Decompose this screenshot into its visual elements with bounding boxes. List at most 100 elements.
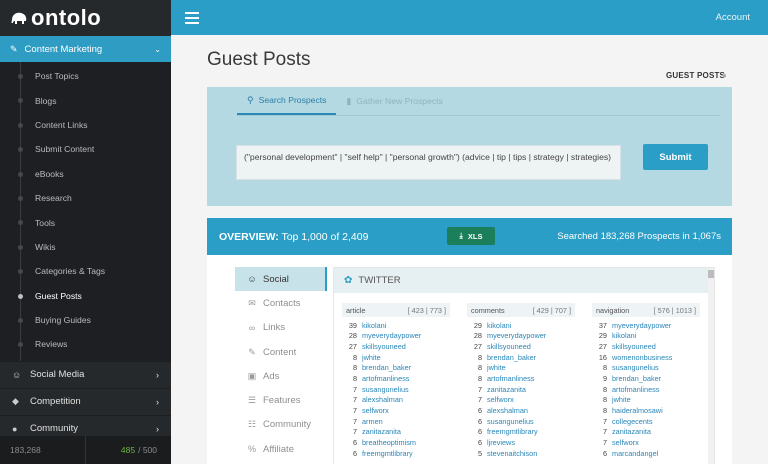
twitter-handle-link[interactable]: zanitazanita <box>487 385 526 394</box>
list-item: 29 kikolani <box>467 320 575 331</box>
menu-icon[interactable] <box>185 12 199 27</box>
tab-search-prospects[interactable]: ⚲ Search Prospects <box>237 87 337 115</box>
app-logo[interactable]: ontolo <box>0 0 171 36</box>
mention-count: 29 <box>473 320 482 330</box>
twitter-handle-link[interactable]: collegecents <box>612 417 653 426</box>
list-item: 6 alexshalman <box>467 405 575 416</box>
search-query-input[interactable]: ("personal development" | "self help" | … <box>236 145 621 180</box>
results-nav-community[interactable]: ☷ Community <box>235 413 327 437</box>
results-nav-ads[interactable]: ▣ Ads <box>235 364 327 388</box>
tab-label: Gather New Prospects <box>356 96 443 106</box>
sidebar-item-submit-content[interactable]: Submit Content <box>0 137 171 161</box>
twitter-handle-link[interactable]: skillsyouneed <box>487 342 531 351</box>
sidebar-section-content-marketing[interactable]: ✎ Content Marketing ⌄ <box>0 36 171 62</box>
results-nav-links[interactable]: ∞ Links <box>235 316 327 340</box>
list-item: 39 kikolani <box>342 320 450 331</box>
tab-gather-new-prospects[interactable]: ▮ Gather New Prospects <box>336 87 452 115</box>
list-item: 6 susangunelius <box>467 416 575 427</box>
results-nav-content[interactable]: ✎ Content <box>235 340 327 364</box>
mention-count: 6 <box>602 448 607 458</box>
twitter-handle-link[interactable]: alexshalman <box>362 395 403 404</box>
twitter-handle-link[interactable]: brendan_baker <box>362 363 411 372</box>
sidebar-section-social-media[interactable]: ☺ Social Media › <box>0 360 171 388</box>
column-counts: [ 576 | 1013 ] <box>653 305 696 315</box>
twitter-handle-link[interactable]: freemgmtlibrary <box>487 427 538 436</box>
twitter-handle-link[interactable]: myeverydaypower <box>612 321 671 330</box>
twitter-handle-link[interactable]: zanitazanita <box>612 427 651 436</box>
sidebar-item-tools[interactable]: Tools <box>0 210 171 234</box>
credits-usage: 485 / 500 <box>86 436 171 464</box>
sidebar-item-reviews[interactable]: Reviews <box>0 332 171 356</box>
twitter-handle-link[interactable]: skillsyouneed <box>612 342 656 351</box>
twitter-handle-link[interactable]: stevenaitchison <box>487 449 537 458</box>
list-item: 16 womenonbusiness <box>592 352 700 363</box>
twitter-handle-link[interactable]: susangunelius <box>612 363 659 372</box>
results-nav-contacts[interactable]: ✉ Contacts <box>235 291 327 315</box>
sidebar-section-label: Content Marketing <box>24 43 103 55</box>
sidebar-section-competition[interactable]: ◆ Competition › <box>0 387 171 415</box>
list-item: 7 collegecents <box>592 416 700 427</box>
sidebar-item-categories-tags[interactable]: Categories & Tags <box>0 259 171 283</box>
results-nav-social[interactable]: ☺ Social <box>235 267 327 292</box>
twitter-handle-link[interactable]: kikolani <box>487 321 511 330</box>
list-item: 6 breatheoptimism <box>342 437 450 448</box>
results-nav-features[interactable]: ☰ Features <box>235 388 327 412</box>
sidebar-item-guest-posts[interactable]: Guest Posts <box>0 284 171 308</box>
twitter-handle-link[interactable]: ljreviews <box>487 438 515 447</box>
mention-count: 29 <box>598 331 607 341</box>
download-icon: ⤓ <box>459 231 463 240</box>
twitter-handle-link[interactable]: artofmanliness <box>487 374 534 383</box>
twitter-handle-link[interactable]: skillsyouneed <box>362 342 406 351</box>
mention-count: 7 <box>602 427 607 437</box>
twitter-handle-link[interactable]: susangunelius <box>362 385 409 394</box>
sidebar: ontolo ✎ Content Marketing ⌄ Post Topics… <box>0 0 171 464</box>
twitter-handle-link[interactable]: susangunelius <box>487 417 534 426</box>
sidebar-item-post-topics[interactable]: Post Topics <box>0 64 171 88</box>
twitter-handle-link[interactable]: armen <box>362 417 383 426</box>
twitter-handle-link[interactable]: selfworx <box>487 395 514 404</box>
tab-label: Search Prospects <box>258 95 327 105</box>
sidebar-item-blogs[interactable]: Blogs <box>0 88 171 112</box>
twitter-handle-link[interactable]: kikolani <box>612 331 636 340</box>
search-panel: ⚲ Search Prospects ▮ Gather New Prospect… <box>207 87 732 206</box>
twitter-handle-link[interactable]: breatheoptimism <box>362 438 416 447</box>
sidebar-item-ebooks[interactable]: eBooks <box>0 162 171 186</box>
submit-button[interactable]: Submit <box>643 144 708 170</box>
list-item: 7 selfworx <box>342 405 450 416</box>
mention-count: 8 <box>602 405 607 415</box>
twitter-handle-link[interactable]: freemgmtlibrary <box>362 449 413 458</box>
mention-count: 8 <box>477 363 482 373</box>
results-nav-affiliate[interactable]: % Affiliate <box>235 437 327 461</box>
sidebar-item-research[interactable]: Research <box>0 186 171 210</box>
twitter-handle-link[interactable]: myeverydaypower <box>362 331 421 340</box>
twitter-handle-link[interactable]: myeverydaypower <box>487 331 546 340</box>
account-link[interactable]: Account <box>716 12 750 23</box>
twitter-handle-link[interactable]: selfworx <box>362 406 389 415</box>
results-nav-label: Links <box>263 322 286 334</box>
twitter-handle-link[interactable]: jwhite <box>612 395 631 404</box>
mention-count: 7 <box>352 405 357 415</box>
sidebar-item-wikis[interactable]: Wikis <box>0 235 171 259</box>
twitter-handle-link[interactable]: artofmanliness <box>362 374 409 383</box>
sidebar-item-buying-guides[interactable]: Buying Guides <box>0 308 171 332</box>
download-xls-button[interactable]: ⤓ XLS <box>447 227 495 245</box>
results-nav-label: Community <box>263 419 312 431</box>
twitter-handle-link[interactable]: zanitazanita <box>362 427 401 436</box>
twitter-handle-link[interactable]: kikolani <box>362 321 386 330</box>
twitter-handle-link[interactable]: haideralmosawi <box>612 406 663 415</box>
scrollbar[interactable] <box>708 268 714 464</box>
links-icon: ∞ <box>248 322 256 333</box>
twitter-handle-link[interactable]: jwhite <box>362 353 381 362</box>
list-item: 8 haideralmosawi <box>592 405 700 416</box>
twitter-column-article: article [ 423 | 773 ] 39 kikolani 28 myeveryd… <box>342 303 450 458</box>
sidebar-item-content-links[interactable]: Content Links <box>0 113 171 137</box>
twitter-handle-link[interactable]: selfworx <box>612 438 639 447</box>
twitter-handle-link[interactable]: womenonbusiness <box>612 353 672 362</box>
twitter-handle-link[interactable]: alexshalman <box>487 406 528 415</box>
twitter-handle-link[interactable]: marcandangel <box>612 449 658 458</box>
twitter-handle-link[interactable]: brendan_baker <box>487 353 536 362</box>
mention-count: 6 <box>352 437 357 447</box>
twitter-handle-link[interactable]: artofmanliness <box>612 385 659 394</box>
twitter-handle-link[interactable]: brendan_baker <box>612 374 661 383</box>
twitter-handle-link[interactable]: jwhite <box>487 363 506 372</box>
